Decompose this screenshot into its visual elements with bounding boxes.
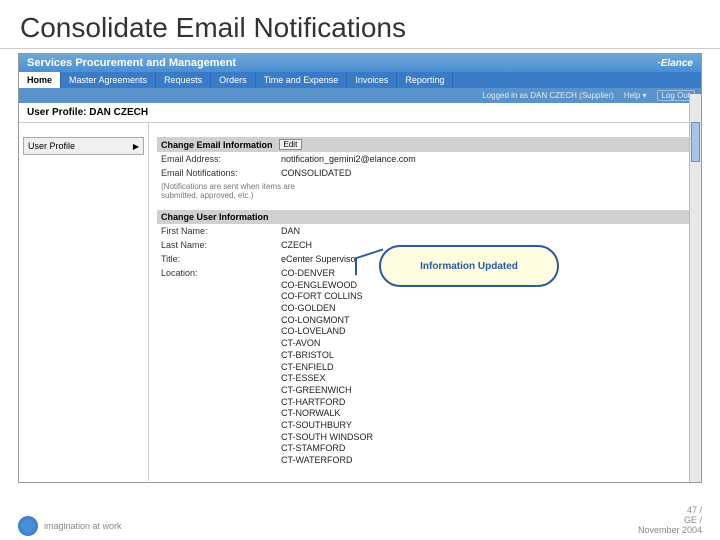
scrollbar-vertical[interactable] bbox=[689, 94, 701, 482]
location-item: CT-GREENWICH bbox=[281, 385, 689, 397]
tab-orders[interactable]: Orders bbox=[211, 72, 256, 88]
email-label: Email Address: bbox=[161, 154, 281, 164]
tab-home[interactable]: Home bbox=[19, 72, 61, 88]
notifications-label: Email Notifications: bbox=[161, 168, 281, 178]
profile-header: User Profile: DAN CZECH bbox=[19, 103, 701, 123]
tab-requests[interactable]: Requests bbox=[156, 72, 211, 88]
elance-brand: ·Elance bbox=[657, 58, 693, 69]
chevron-right-icon: ▶ bbox=[133, 142, 139, 151]
callout-text: Information Updated bbox=[420, 261, 518, 272]
last-name-label: Last Name: bbox=[161, 240, 281, 250]
sidebar-item-user-profile[interactable]: User Profile ▶ bbox=[23, 137, 144, 155]
footer-date: November 2004 bbox=[638, 526, 702, 536]
location-item: CT-WATERFORD bbox=[281, 455, 689, 467]
location-item: CT-SOUTHBURY bbox=[281, 420, 689, 432]
location-list: CO-DENVERCO-ENGLEWOODCO-FORT COLLINSCO-G… bbox=[281, 268, 689, 467]
row-email: Email Address: notification_gemini2@elan… bbox=[157, 152, 693, 166]
section-title: Change Email Information bbox=[161, 140, 273, 150]
ge-logo-icon bbox=[18, 516, 38, 536]
edit-email-button[interactable]: Edit bbox=[279, 139, 303, 150]
location-item: CT-ENFIELD bbox=[281, 362, 689, 374]
location-item: CO-GOLDEN bbox=[281, 303, 689, 315]
slide-title: Consolidate Email Notifications bbox=[0, 0, 720, 49]
info-updated-callout: Information Updated bbox=[379, 245, 559, 287]
row-first-name: First Name: DAN bbox=[157, 224, 693, 238]
location-item: CO-FORT COLLINS bbox=[281, 291, 689, 303]
first-name-label: First Name: bbox=[161, 226, 281, 236]
section-title: Change User Information bbox=[161, 212, 269, 222]
location-item: CO-LONGMONT bbox=[281, 315, 689, 327]
body: User Profile ▶ Change Email Information … bbox=[19, 123, 701, 481]
help-menu[interactable]: Help ▾ bbox=[624, 91, 647, 100]
tab-invoices[interactable]: Invoices bbox=[347, 72, 397, 88]
location-item: CT-STAMFORD bbox=[281, 443, 689, 455]
row-notifications: Email Notifications: CONSOLIDATED bbox=[157, 166, 693, 180]
app-window: Services Procurement and Management ·Ela… bbox=[18, 53, 702, 483]
slide-footer: imagination at work 47 / GE / November 2… bbox=[18, 506, 702, 536]
app-title: Services Procurement and Management bbox=[27, 57, 236, 69]
location-item: CT-BRISTOL bbox=[281, 350, 689, 362]
location-item: CT-HARTFORD bbox=[281, 397, 689, 409]
tab-bar: Home Master Agreements Requests Orders T… bbox=[19, 72, 701, 88]
ge-branding: imagination at work bbox=[18, 516, 122, 536]
section-change-user: Change User Information bbox=[157, 210, 693, 224]
location-label: Location: bbox=[161, 268, 281, 278]
location-item: CT-NORWALK bbox=[281, 408, 689, 420]
notifications-value: CONSOLIDATED bbox=[281, 168, 689, 178]
app-header: Services Procurement and Management ·Ela… bbox=[19, 54, 701, 72]
location-item: CT-SOUTH WINDSOR bbox=[281, 432, 689, 444]
section-change-email: Change Email Information Edit bbox=[157, 137, 693, 152]
sidebar: User Profile ▶ bbox=[19, 123, 149, 481]
ge-tagline: imagination at work bbox=[44, 521, 122, 531]
email-value: notification_gemini2@elance.com bbox=[281, 154, 689, 164]
tab-reporting[interactable]: Reporting bbox=[397, 72, 453, 88]
footer-right: 47 / GE / November 2004 bbox=[638, 506, 702, 536]
first-name-value: DAN bbox=[281, 226, 689, 236]
row-location: Location: CO-DENVERCO-ENGLEWOODCO-FORT C… bbox=[157, 266, 693, 469]
location-item: CT-AVON bbox=[281, 338, 689, 350]
tab-time-expense[interactable]: Time and Expense bbox=[256, 72, 348, 88]
notifications-note: (Notifications are sent when items are s… bbox=[157, 180, 327, 210]
location-item: CO-LOVELAND bbox=[281, 326, 689, 338]
logged-in-text: Logged in as DAN CZECH (Supplier) bbox=[482, 91, 614, 100]
title-label: Title: bbox=[161, 254, 281, 264]
status-bar: Logged in as DAN CZECH (Supplier) Help ▾… bbox=[19, 88, 701, 103]
scrollbar-thumb[interactable] bbox=[691, 122, 700, 162]
sidebar-item-label: User Profile bbox=[28, 141, 75, 151]
main-panel: Change Email Information Edit Email Addr… bbox=[149, 123, 701, 481]
tab-master-agreements[interactable]: Master Agreements bbox=[61, 72, 156, 88]
location-item: CT-ESSEX bbox=[281, 373, 689, 385]
